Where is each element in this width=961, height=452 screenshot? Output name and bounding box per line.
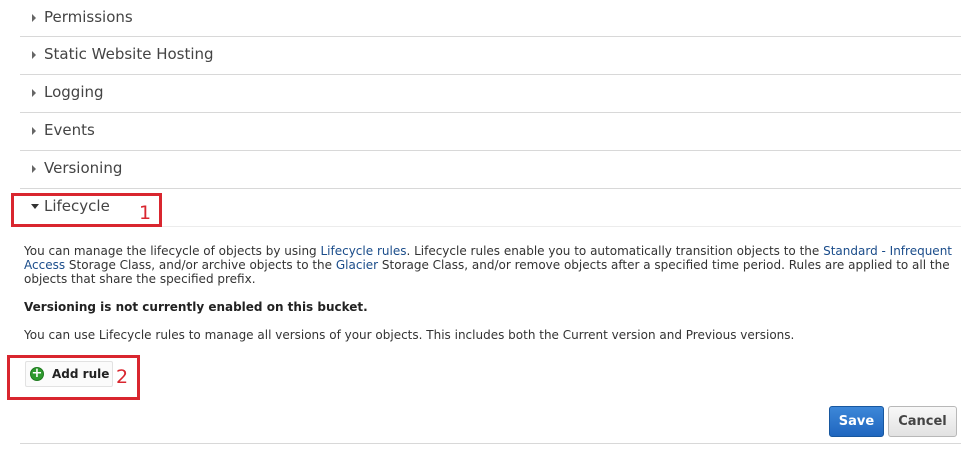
description-text: . Lifecycle rules enable you to automati… bbox=[406, 244, 824, 258]
lifecycle-description: You can manage the lifecycle of objects … bbox=[24, 244, 954, 286]
section-permissions[interactable]: Permissions bbox=[20, 0, 961, 37]
glacier-link[interactable]: Glacier bbox=[336, 258, 378, 272]
section-title: Events bbox=[44, 121, 95, 139]
section-static-website-hosting[interactable]: Static Website Hosting bbox=[20, 37, 961, 75]
caret-right-icon bbox=[32, 165, 36, 173]
section-versioning[interactable]: Versioning bbox=[20, 151, 961, 189]
section-title: Versioning bbox=[44, 159, 123, 177]
caret-right-icon bbox=[32, 51, 36, 59]
cancel-button[interactable]: Cancel bbox=[888, 406, 957, 437]
caret-right-icon bbox=[32, 89, 36, 97]
versions-note: You can use Lifecycle rules to manage al… bbox=[24, 328, 795, 342]
description-text: You can manage the lifecycle of objects … bbox=[24, 244, 321, 258]
section-events[interactable]: Events bbox=[20, 113, 961, 151]
description-text: Storage Class, and/or archive objects to… bbox=[65, 258, 336, 272]
section-title: Logging bbox=[44, 83, 104, 101]
save-button[interactable]: Save bbox=[829, 406, 884, 437]
caret-right-icon bbox=[32, 14, 36, 22]
section-logging[interactable]: Logging bbox=[20, 75, 961, 113]
lifecycle-rules-link[interactable]: Lifecycle rules bbox=[320, 244, 406, 258]
versioning-notice: Versioning is not currently enabled on t… bbox=[24, 300, 368, 314]
caret-right-icon bbox=[32, 127, 36, 135]
section-title: Permissions bbox=[44, 8, 133, 26]
annotation-callout-1: 1 bbox=[139, 202, 152, 224]
annotation-callout-2: 2 bbox=[116, 366, 129, 388]
section-title: Static Website Hosting bbox=[44, 45, 214, 63]
section-divider bbox=[20, 443, 961, 444]
